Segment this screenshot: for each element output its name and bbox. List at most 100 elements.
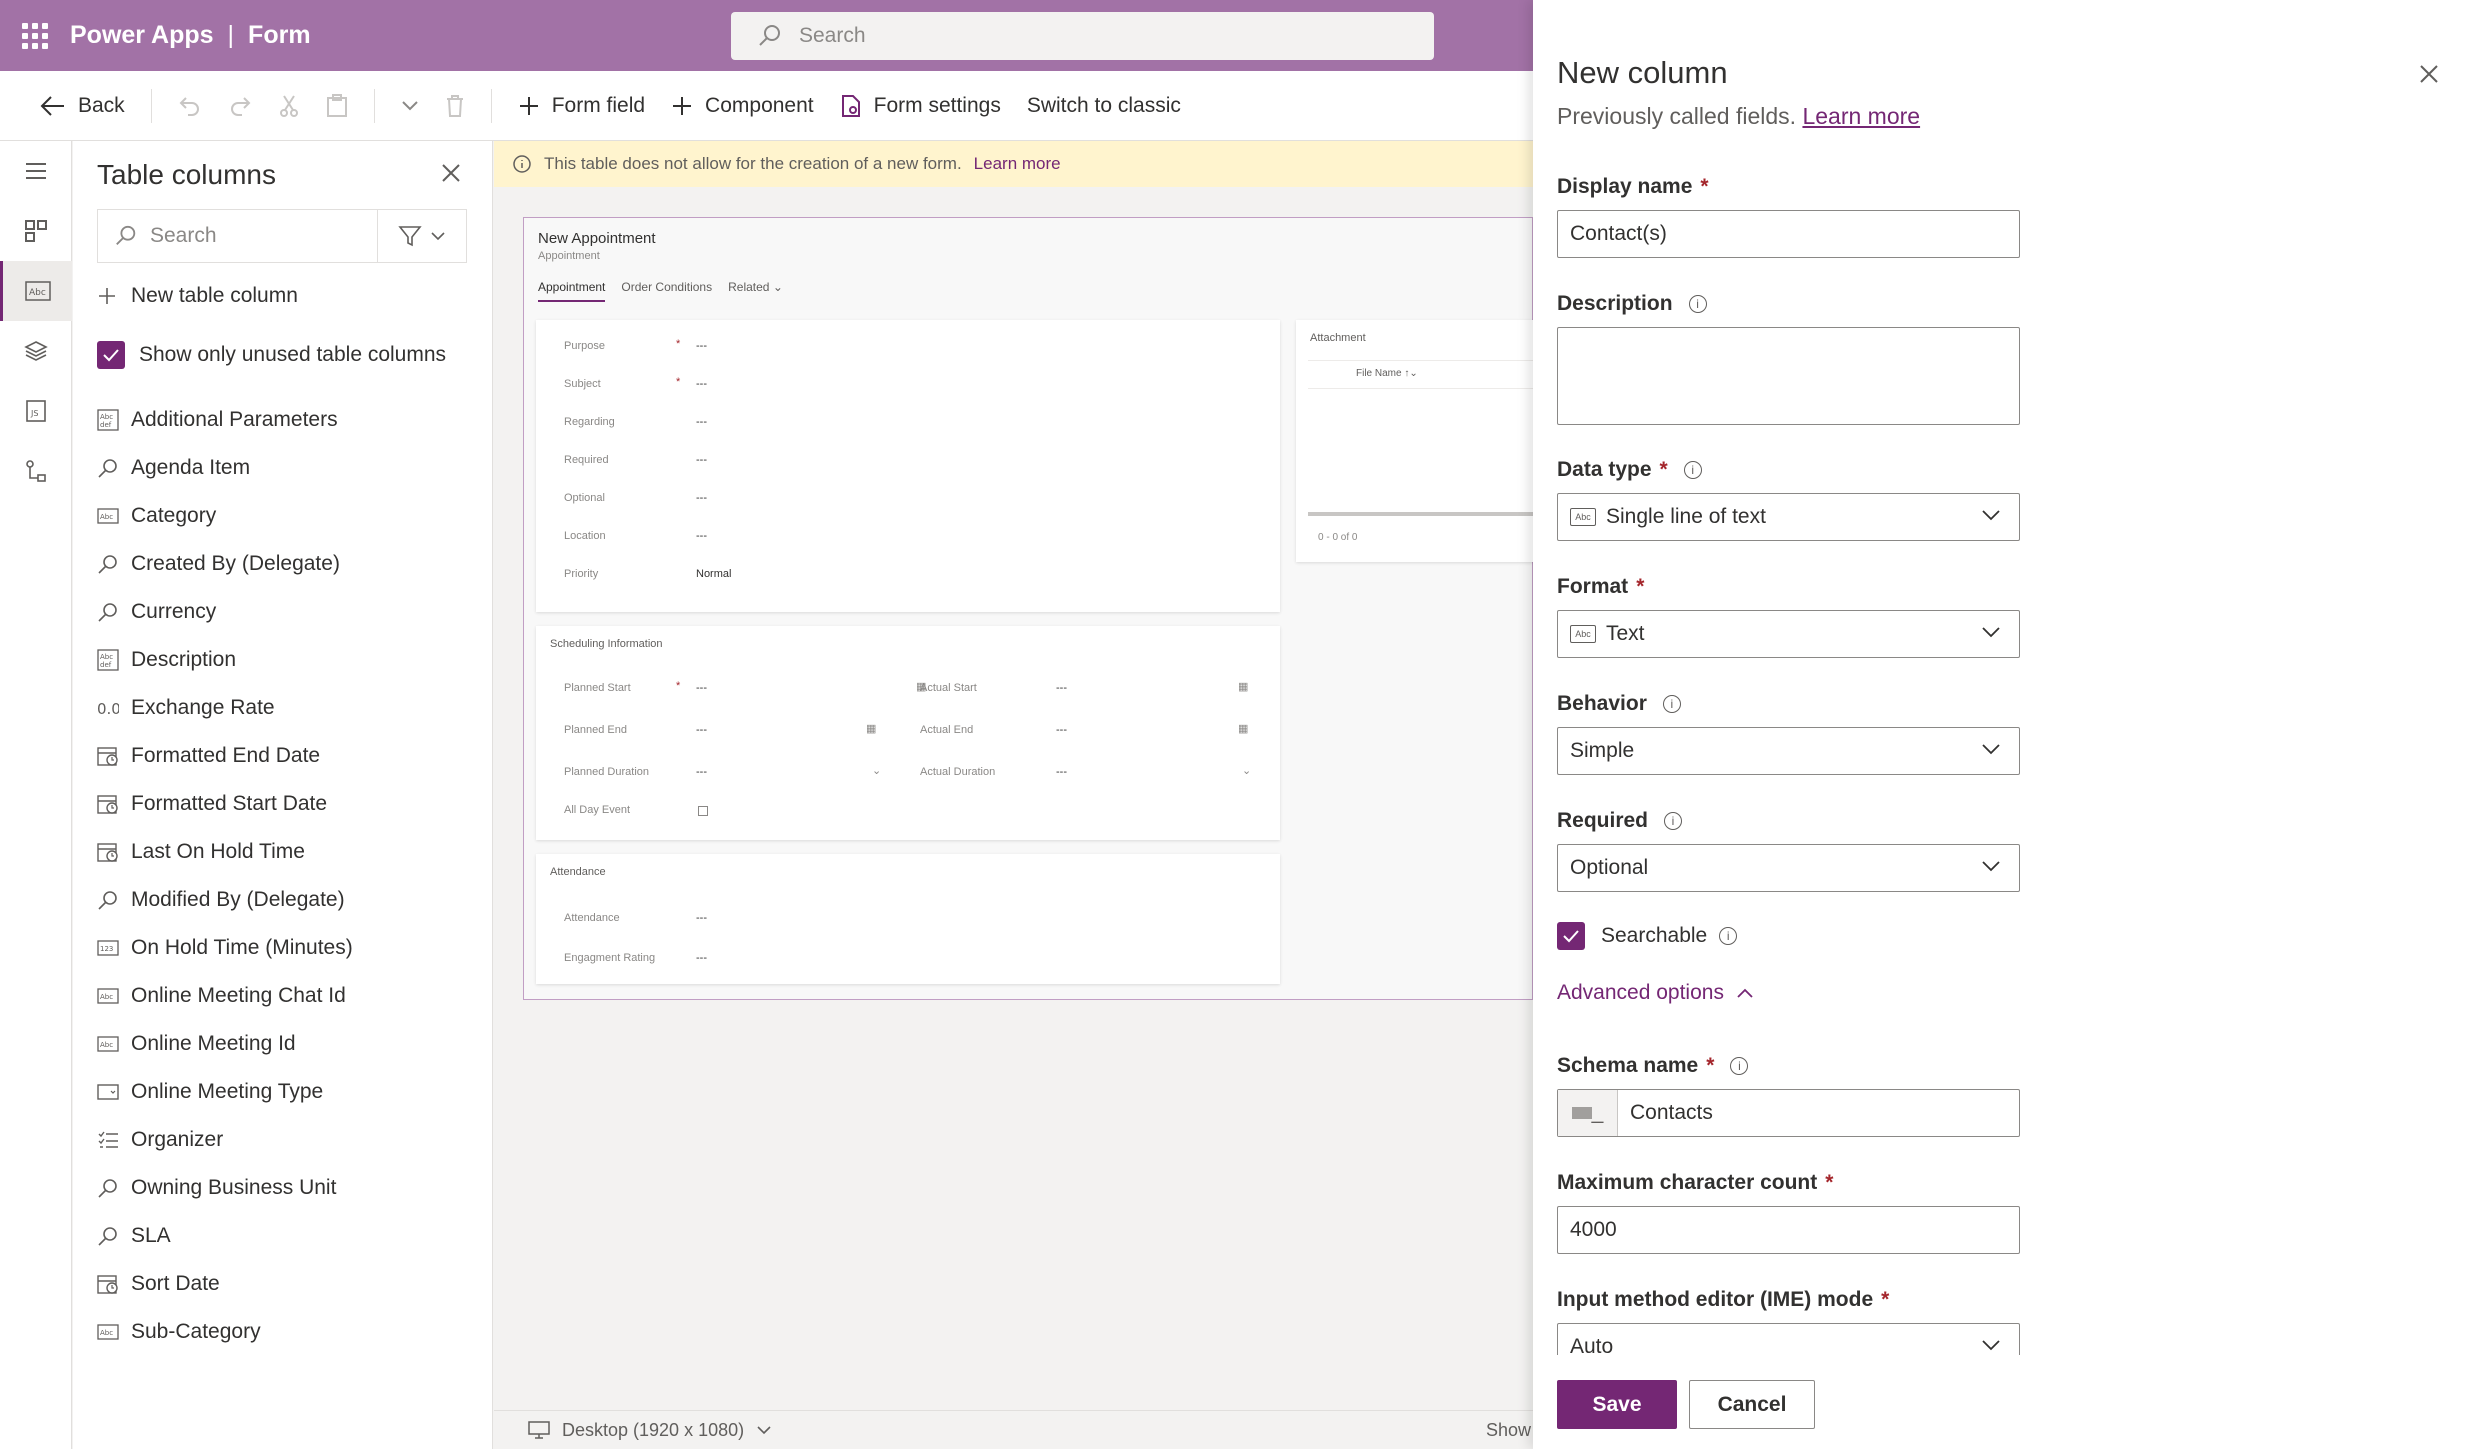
planned-start-value[interactable]: --- xyxy=(696,682,707,694)
learn-more-link[interactable]: Learn more xyxy=(1802,103,1920,129)
column-list-item[interactable]: Currency xyxy=(97,588,477,636)
rail-tree-view-button[interactable] xyxy=(0,321,72,381)
column-list-item[interactable]: Formatted End Date xyxy=(97,732,477,780)
searchable-checkbox[interactable] xyxy=(1557,922,1585,950)
calendar-icon[interactable]: ▦ xyxy=(866,722,876,735)
info-icon[interactable]: i xyxy=(1730,1057,1749,1075)
column-list-item[interactable]: Agenda Item xyxy=(97,444,477,492)
column-list-item[interactable]: Created By (Delegate) xyxy=(97,540,477,588)
info-banner-learn-more-link[interactable]: Learn more xyxy=(974,154,1061,174)
column-list-item[interactable]: Abc Online Meeting Id xyxy=(97,1020,477,1068)
column-list-item[interactable]: Owning Business Unit xyxy=(97,1164,477,1212)
hamburger-menu-button[interactable] xyxy=(0,141,72,201)
save-button[interactable]: Save xyxy=(1557,1380,1677,1429)
new-table-column-button[interactable]: New table column xyxy=(97,284,298,308)
column-list-item[interactable]: Abc Sub-Category xyxy=(97,1308,477,1356)
global-search-input[interactable]: Search xyxy=(731,12,1434,60)
advanced-options-toggle[interactable]: Advanced options xyxy=(1557,981,1754,1005)
show-unused-checkbox[interactable] xyxy=(97,341,125,369)
column-list-item[interactable]: 123 On Hold Time (Minutes) xyxy=(97,924,477,972)
searchable-toggle[interactable]: Searchable i xyxy=(1557,922,1738,950)
all-day-checkbox[interactable] xyxy=(698,806,708,816)
cancel-button[interactable]: Cancel xyxy=(1689,1380,1815,1429)
filter-button[interactable] xyxy=(378,224,466,248)
device-size-selector[interactable]: Desktop (1920 x 1080) xyxy=(562,1420,744,1441)
format-dropdown[interactable]: Abc Text xyxy=(1557,610,2020,658)
max-chars-input[interactable]: 4000 xyxy=(1557,1206,2020,1254)
chevron-down-icon[interactable] xyxy=(756,1425,772,1435)
behavior-dropdown[interactable]: Simple xyxy=(1557,727,2020,775)
column-list-item[interactable]: Modified By (Delegate) xyxy=(97,876,477,924)
column-search-input[interactable]: Search xyxy=(98,210,378,262)
column-list-item[interactable]: Abc def Additional Parameters xyxy=(97,396,477,444)
ime-mode-dropdown[interactable]: Auto xyxy=(1557,1323,2020,1355)
app-launcher-button[interactable] xyxy=(0,0,70,71)
actual-start-value[interactable]: --- xyxy=(1056,682,1067,694)
show-unused-toggle[interactable]: Show only unused table columns xyxy=(97,341,446,369)
actual-end-value[interactable]: --- xyxy=(1056,724,1067,736)
calendar-icon[interactable]: ▦ xyxy=(1238,722,1248,735)
paste-button[interactable] xyxy=(326,93,348,118)
column-list-item[interactable]: Online Meeting Type xyxy=(97,1068,477,1116)
tab-related[interactable]: Related ⌄ xyxy=(728,280,783,302)
info-icon[interactable]: i xyxy=(1688,295,1707,313)
engagement-value[interactable]: --- xyxy=(696,952,707,964)
calendar-icon[interactable]: ▦ xyxy=(1238,680,1248,693)
cut-button[interactable] xyxy=(278,94,300,118)
rail-business-rules-button[interactable] xyxy=(0,441,72,501)
info-icon[interactable]: i xyxy=(1683,461,1702,479)
info-icon[interactable]: i xyxy=(1662,695,1681,713)
rail-components-button[interactable] xyxy=(0,201,72,261)
form-field-value[interactable]: --- xyxy=(696,454,707,466)
component-button[interactable]: Component xyxy=(671,94,814,118)
attachment-section[interactable]: Attachment File Name ↑⌄ 0 - 0 of 0 xyxy=(1296,320,1536,562)
column-list-item[interactable]: Abc def Description xyxy=(97,636,477,684)
close-panel-button[interactable] xyxy=(2419,64,2439,89)
chevron-down-icon[interactable]: ⌄ xyxy=(872,764,881,777)
delete-button[interactable] xyxy=(445,94,465,118)
form-settings-button[interactable]: Form settings xyxy=(840,94,1001,118)
form-field-value[interactable]: --- xyxy=(696,340,707,352)
scrollbar[interactable] xyxy=(1308,512,1534,516)
form-field-value[interactable]: --- xyxy=(696,416,707,428)
column-list-item[interactable]: Abc Category xyxy=(97,492,477,540)
more-dropdown-button[interactable] xyxy=(401,100,419,112)
scheduling-section[interactable]: Scheduling Information Planned Start * -… xyxy=(536,626,1280,840)
description-textarea[interactable] xyxy=(1557,327,2020,425)
chevron-down-icon[interactable]: ⌄ xyxy=(1242,764,1251,777)
tab-appointment[interactable]: Appointment xyxy=(538,280,606,302)
tab-order-conditions[interactable]: Order Conditions xyxy=(621,280,712,302)
form-field-value[interactable]: Normal xyxy=(696,568,731,580)
close-table-columns-button[interactable] xyxy=(441,163,461,188)
column-list-item[interactable]: Organizer xyxy=(97,1116,477,1164)
data-type-dropdown[interactable]: Abc Single line of text xyxy=(1557,493,2020,541)
info-icon[interactable]: i xyxy=(1719,927,1738,945)
planned-end-value[interactable]: --- xyxy=(696,724,707,736)
rail-table-columns-button[interactable]: Abc xyxy=(0,261,72,321)
back-button[interactable]: Back xyxy=(40,94,125,118)
redo-button[interactable] xyxy=(228,94,252,118)
column-list-item[interactable]: Formatted Start Date xyxy=(97,780,477,828)
attendance-section[interactable]: Attendance Attendance --- Engagment Rati… xyxy=(536,854,1280,984)
file-name-column[interactable]: File Name ↑⌄ xyxy=(1356,368,1418,379)
display-name-input[interactable]: Contact(s) xyxy=(1557,210,2020,258)
required-dropdown[interactable]: Optional xyxy=(1557,844,2020,892)
general-section[interactable]: Purpose * --- Subject * --- Regarding --- Requir… xyxy=(536,320,1280,612)
rail-form-libraries-button[interactable]: JS xyxy=(0,381,72,441)
column-list-item[interactable]: Sort Date xyxy=(97,1260,477,1308)
undo-button[interactable] xyxy=(178,94,202,118)
column-list-item[interactable]: Abc Online Meeting Chat Id xyxy=(97,972,477,1020)
form-preview[interactable]: New Appointment Appointment Appointment … xyxy=(523,217,1536,1000)
show-hidden-toggle[interactable]: Show xyxy=(1486,1420,1531,1441)
form-field-value[interactable]: --- xyxy=(696,378,707,390)
form-field-value[interactable]: --- xyxy=(696,492,707,504)
info-icon[interactable]: i xyxy=(1664,812,1683,830)
form-field-button[interactable]: Form field xyxy=(518,94,645,118)
column-list-item[interactable]: Last On Hold Time xyxy=(97,828,477,876)
attendance-value[interactable]: --- xyxy=(696,912,707,924)
planned-duration-value[interactable]: --- xyxy=(696,766,707,778)
schema-name-input[interactable]: _ Contacts xyxy=(1557,1089,2020,1137)
actual-duration-value[interactable]: --- xyxy=(1056,766,1067,778)
app-name[interactable]: Power Apps xyxy=(70,21,214,50)
form-field-value[interactable]: --- xyxy=(696,530,707,542)
